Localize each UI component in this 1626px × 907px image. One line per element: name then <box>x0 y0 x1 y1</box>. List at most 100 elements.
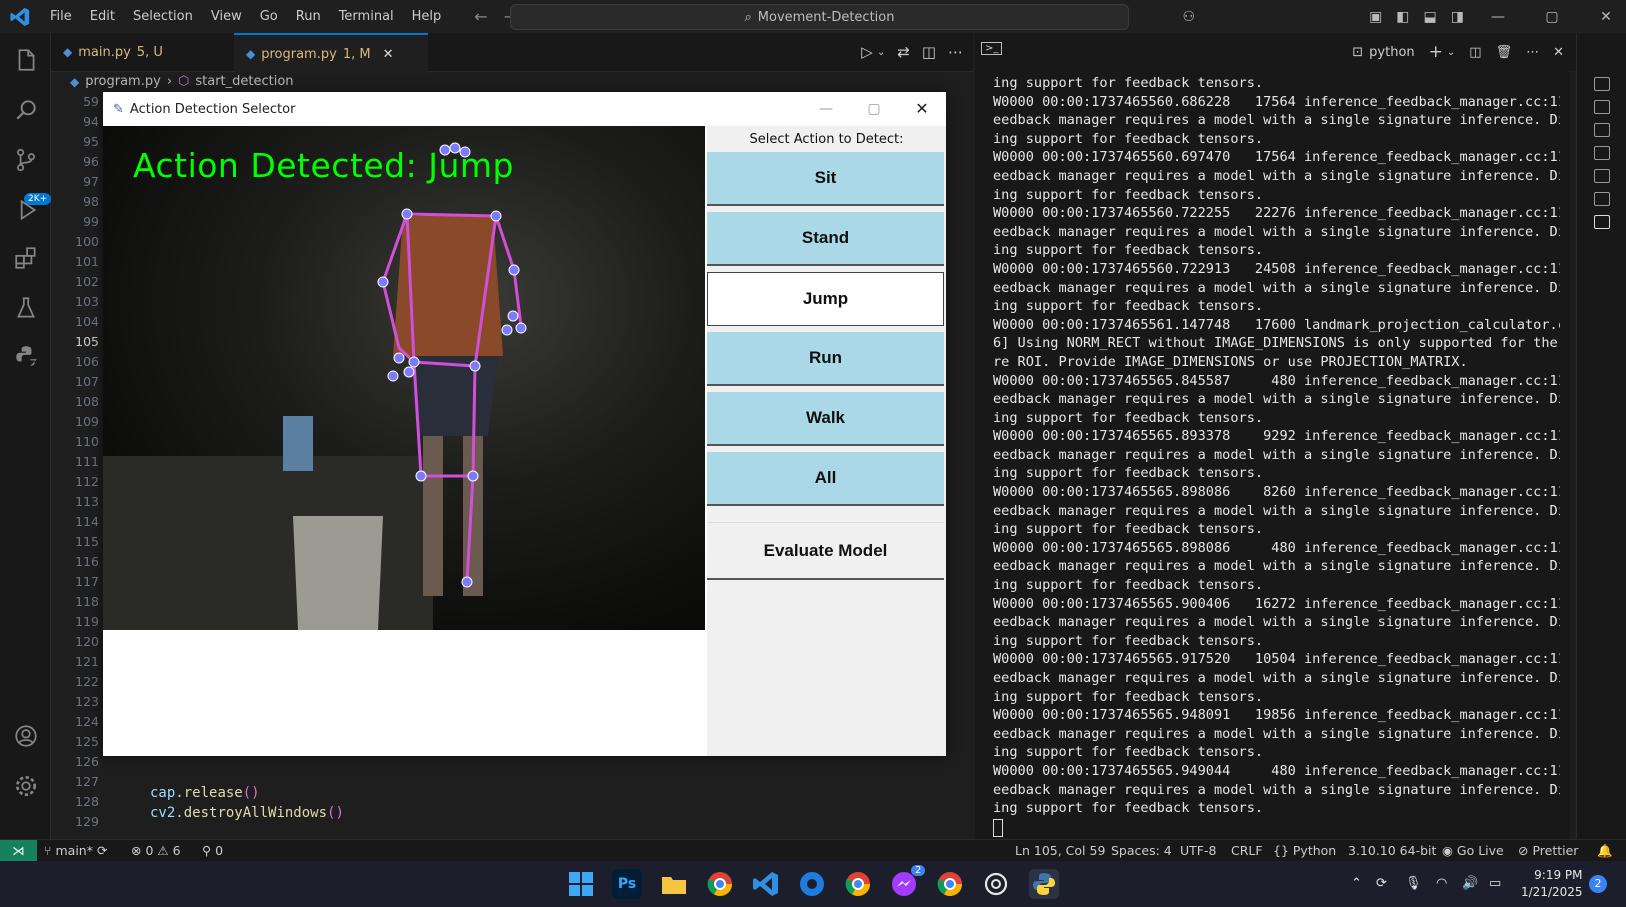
stand-button[interactable]: Stand <box>707 212 944 266</box>
menu-file[interactable]: File <box>41 9 81 24</box>
breadcrumb-file[interactable]: program.py <box>85 74 161 89</box>
wifi-icon[interactable]: ◠ <box>1436 861 1447 907</box>
terminal-line: 6] Using NORM_RECT without IMAGE_DIMENSI… <box>993 335 1560 352</box>
menu-terminal[interactable]: Terminal <box>330 9 403 24</box>
python-interpreter[interactable]: 3.10.10 64-bit <box>1348 840 1436 862</box>
chrome-icon[interactable] <box>705 869 735 899</box>
new-terminal-icon[interactable]: + <box>1429 42 1443 62</box>
chevron-up-icon[interactable]: ⌃ <box>1351 861 1362 907</box>
more-actions-icon[interactable]: ⋯ <box>948 43 963 61</box>
all-button[interactable]: All <box>707 452 944 506</box>
ports-indicator[interactable]: ⚲ 0 <box>202 840 223 862</box>
volume-icon[interactable]: 🔊 <box>1462 861 1478 907</box>
back-arrow-icon[interactable]: ← <box>474 7 487 26</box>
indentation[interactable]: Spaces: 4 <box>1111 840 1172 862</box>
notifications-bell-icon[interactable]: 🔔 <box>1597 840 1613 862</box>
close-window-button[interactable]: ✕ <box>1586 9 1626 25</box>
sync-icon[interactable]: ⟳ <box>1376 861 1387 907</box>
photoshop-icon[interactable]: Ps <box>612 869 642 899</box>
toggle-panel-icon[interactable]: ⬓ <box>1424 9 1437 25</box>
chrome-icon[interactable] <box>935 869 965 899</box>
battery-icon[interactable]: ▭ <box>1489 861 1501 907</box>
terminal-shell-label[interactable]: python <box>1369 45 1414 60</box>
chevron-down-icon[interactable]: ⌄ <box>877 47 885 58</box>
menu-selection[interactable]: Selection <box>124 9 202 24</box>
command-center-search[interactable]: ⌕ Movement-Detection <box>510 4 1129 30</box>
python-app-icon[interactable] <box>1029 869 1059 899</box>
encoding[interactable]: UTF-8 <box>1180 840 1216 862</box>
walk-button[interactable]: Walk <box>707 392 944 446</box>
file-explorer-icon[interactable] <box>659 869 689 899</box>
code-editor[interactable]: cap.release() cv2.destroyAllWindows() <box>150 783 344 823</box>
breadcrumb-symbol[interactable]: start_detection <box>195 74 293 89</box>
select-action-label: Select Action to Detect: <box>749 132 904 147</box>
line-ending[interactable]: CRLF <box>1231 840 1263 862</box>
layout-customize-icon[interactable]: ▣ <box>1369 9 1382 25</box>
terminal-instance-icon[interactable] <box>1594 123 1610 137</box>
source-control-icon[interactable] <box>13 147 39 173</box>
menu-help[interactable]: Help <box>403 9 451 24</box>
windows-start-icon[interactable] <box>566 869 596 899</box>
chevron-down-icon[interactable]: ⌄ <box>1447 47 1455 58</box>
cursor-position[interactable]: Ln 105, Col 59 <box>1015 840 1105 862</box>
run-button[interactable]: Run <box>707 332 944 386</box>
compare-changes-icon[interactable]: ⇄ <box>897 43 910 61</box>
clock[interactable]: 9:19 PM 1/21/2025 <box>1521 867 1583 901</box>
split-editor-icon[interactable]: ◫ <box>922 43 936 61</box>
chrome-profile-icon[interactable] <box>843 869 873 899</box>
settings-gear-icon[interactable] <box>13 773 39 799</box>
terminal-instance-icon[interactable] <box>1594 100 1610 114</box>
toggle-sidebar-icon[interactable]: ◧ <box>1396 9 1409 25</box>
evaluate-model-button[interactable]: Evaluate Model <box>707 522 944 580</box>
jump-button[interactable]: Jump <box>707 272 944 326</box>
python-icon[interactable] <box>13 343 39 369</box>
sit-button[interactable]: Sit <box>707 152 944 206</box>
terminal-instance-icon[interactable] <box>1594 77 1610 91</box>
tab-main-py[interactable]: ◆ main.py 5, U <box>51 33 233 71</box>
testing-icon[interactable] <box>13 295 39 321</box>
terminal-instance-icon[interactable] <box>1594 146 1610 160</box>
terminal-icon[interactable]: >_ <box>981 42 1003 55</box>
terminal-scrollbar[interactable] <box>1560 71 1570 839</box>
extensions-icon[interactable] <box>13 245 39 271</box>
split-terminal-icon[interactable]: ◫ <box>1469 45 1481 60</box>
vscode-taskbar-icon[interactable] <box>751 869 781 899</box>
minimize-button[interactable]: — <box>802 92 850 126</box>
close-button[interactable]: ✕ <box>898 92 946 126</box>
go-live-button[interactable]: ◉ Go Live <box>1442 840 1504 862</box>
accounts-icon[interactable] <box>13 723 39 749</box>
run-python-icon[interactable]: ▷ <box>861 43 873 61</box>
menu-edit[interactable]: Edit <box>81 9 124 24</box>
editor-tab-bar: ◆ main.py 5, U ◆ program.py 1, M ✕ ▷ ⌄ ⇄… <box>51 33 973 73</box>
branch-indicator[interactable]: ⑂ main* ⟳ <box>44 840 107 862</box>
openai-icon[interactable] <box>981 869 1011 899</box>
terminal-output[interactable]: ing support for feedback tensors. W0000 0… <box>975 71 1560 839</box>
problems-indicator[interactable]: ⊗ 0 ⚠ 6 <box>131 840 181 862</box>
explorer-icon[interactable] <box>13 47 39 73</box>
close-panel-icon[interactable]: ✕ <box>1553 45 1564 60</box>
tab-program-py[interactable]: ◆ program.py 1, M ✕ <box>234 33 428 73</box>
close-tab-icon[interactable]: ✕ <box>383 47 394 62</box>
minimize-button[interactable]: — <box>1478 9 1518 25</box>
more-actions-icon[interactable]: ⋯ <box>1526 45 1539 60</box>
terminal-instance-icon[interactable] <box>1594 192 1610 206</box>
kill-terminal-icon[interactable]: 🗑 <box>1496 45 1513 60</box>
line-number: 109 <box>75 414 99 429</box>
run-debug-icon[interactable] <box>13 197 39 223</box>
terminal-instance-icon[interactable] <box>1594 169 1610 183</box>
menu-go[interactable]: Go <box>251 9 287 24</box>
copilot-icon[interactable]: ⚇ <box>1183 9 1196 25</box>
terminal-instance-icon[interactable] <box>1594 215 1610 229</box>
microphone-icon[interactable]: 🎙 <box>1405 861 1422 907</box>
maximize-button[interactable]: ▢ <box>850 92 898 126</box>
language-mode[interactable]: {} Python <box>1273 840 1336 862</box>
menu-run[interactable]: Run <box>287 9 330 24</box>
search-icon[interactable] <box>13 97 39 123</box>
remote-indicator-icon[interactable]: ⋊ <box>0 840 37 862</box>
browser-icon[interactable] <box>797 869 827 899</box>
prettier-indicator[interactable]: ⊘ Prettier <box>1518 840 1578 862</box>
maximize-button[interactable]: ▢ <box>1532 9 1572 25</box>
notification-count-badge[interactable]: 2 <box>1589 875 1607 893</box>
toggle-secondary-sidebar-icon[interactable]: ◨ <box>1451 9 1464 25</box>
menu-view[interactable]: View <box>202 9 251 24</box>
